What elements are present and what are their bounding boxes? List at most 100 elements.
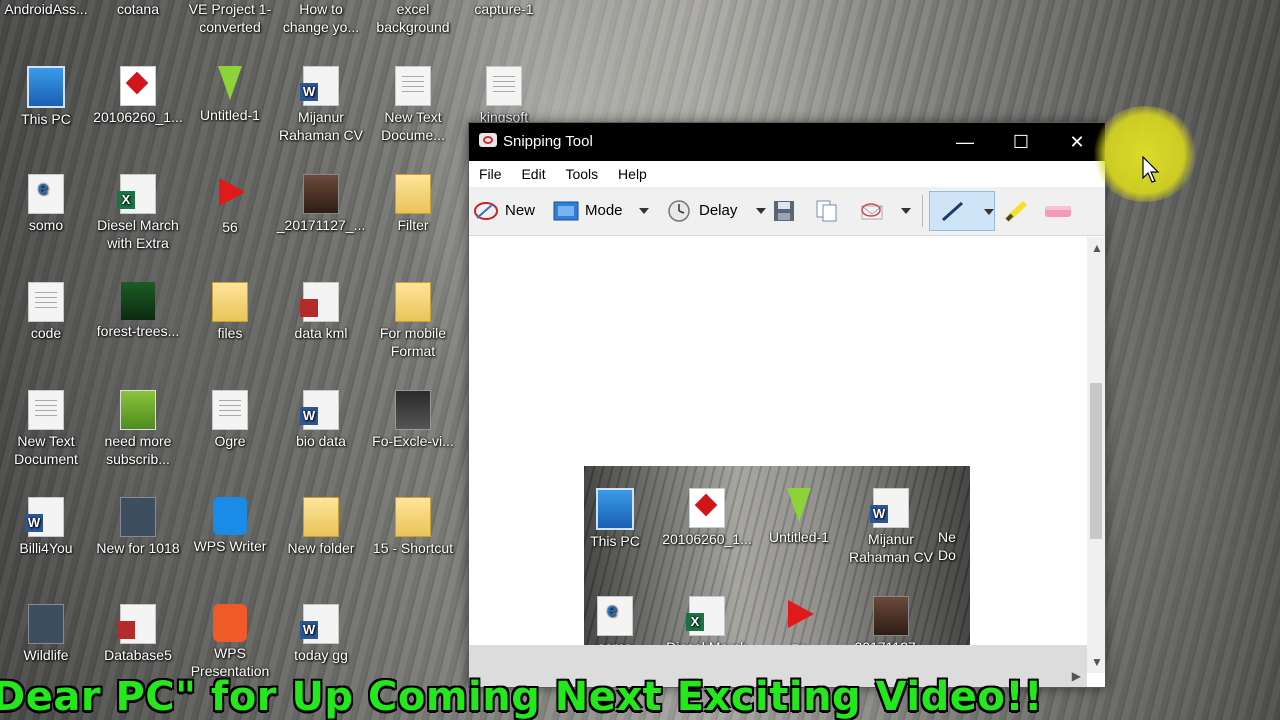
desktop-icon-need-more-subscrib[interactable]: need more subscrib... <box>92 390 184 468</box>
folder-shortcut-icon <box>395 497 431 537</box>
desktop-icon-this-pc[interactable]: This PC <box>0 66 92 128</box>
icon-label: For mobile Format <box>379 325 447 359</box>
desktop-icon-20106260[interactable]: 20106260_1... <box>92 66 184 126</box>
folder-icon <box>303 497 339 537</box>
desktop-icon-kingsoft[interactable]: kingsoft <box>458 66 550 126</box>
pen-button[interactable] <box>929 191 995 231</box>
window-title: Snipping Tool <box>503 133 593 150</box>
desktop-icon-56[interactable]: 56 <box>184 174 276 236</box>
desktop-icon-androidass[interactable]: AndroidAss... <box>0 0 92 18</box>
menu-file[interactable]: File <box>471 161 510 182</box>
desktop-icon-new-text-document[interactable]: New Text Document <box>0 390 92 468</box>
desktop-icon-mijanur-cv[interactable]: Mijanur Rahaman CV <box>275 66 367 144</box>
menu-tools[interactable]: Tools <box>557 161 606 182</box>
toolbar-divider <box>922 195 923 227</box>
icon-label: Billi4You <box>19 540 73 556</box>
text-file-icon <box>28 282 64 322</box>
image-file-icon <box>689 488 725 528</box>
title-bar[interactable]: Snipping Tool — ☐ ✕ <box>469 123 1105 161</box>
menu-help[interactable]: Help <box>610 161 655 182</box>
shortcut-icon <box>120 497 156 537</box>
icon-label: code <box>30 325 62 341</box>
desktop-icon-today-gg[interactable]: today gg <box>275 604 367 664</box>
desktop-icon-bio-data[interactable]: bio data <box>275 390 367 450</box>
desktop-icon-database5[interactable]: Database5 <box>92 604 184 664</box>
scroll-down-icon[interactable]: ▼ <box>1091 655 1103 669</box>
folder-icon <box>212 282 248 322</box>
desktop-icon-20171127[interactable]: _20171127_... <box>275 174 367 234</box>
desktop-icon-new-for-1018[interactable]: New for 1018 <box>92 497 184 557</box>
menu-bar: File Edit Tools Help <box>469 161 1105 187</box>
pen-dropdown-icon[interactable] <box>984 209 994 215</box>
desktop-icon-files[interactable]: files <box>184 282 276 342</box>
desktop-icon-new-folder[interactable]: New folder <box>275 497 367 557</box>
icon-label: New folder <box>287 540 355 556</box>
folder-icon <box>395 174 431 214</box>
highlighter-icon <box>1003 200 1029 223</box>
icon-label: Ne Do <box>938 529 956 563</box>
scroll-up-icon[interactable]: ▲ <box>1091 241 1103 255</box>
snip-icon-partial: Ne Do <box>938 488 970 564</box>
rectangle-mode-icon <box>553 200 579 222</box>
desktop-icon-untitled-1[interactable]: Untitled-1 <box>184 66 276 124</box>
send-dropdown-icon[interactable] <box>901 208 912 215</box>
vertical-scrollbar[interactable]: ▲ ▼ <box>1087 237 1105 673</box>
scroll-right-icon[interactable]: ▶ <box>1072 669 1081 683</box>
eraser-button[interactable] <box>1043 195 1075 227</box>
desktop-icon-filter[interactable]: Filter <box>367 174 459 234</box>
desktop-icon-ve-project[interactable]: VE Project 1-converted <box>184 0 276 36</box>
icon-label: bio data <box>296 433 346 449</box>
desktop-icon-wps-presentation[interactable]: WPS Presentation <box>184 604 276 680</box>
delay-dropdown-icon[interactable] <box>755 208 766 215</box>
desktop-icon-somo[interactable]: somo <box>0 174 92 234</box>
desktop-icon-cotana[interactable]: cotana <box>92 0 184 18</box>
icon-label: 20106260_1... <box>93 109 183 125</box>
icon-label: This PC <box>590 533 640 549</box>
save-button[interactable] <box>773 195 805 227</box>
desktop-icon-fo-excle[interactable]: Fo-Excle-vi... <box>367 390 459 450</box>
icon-label: How to change yo... <box>282 1 360 35</box>
menu-edit[interactable]: Edit <box>513 161 553 182</box>
desktop-icon-excel-background[interactable]: excel background <box>367 0 459 36</box>
media-play-icon <box>213 178 247 216</box>
clock-icon <box>667 200 693 222</box>
new-button[interactable]: New <box>473 195 535 227</box>
snip-icon-untitled-1: Untitled-1 <box>754 488 844 546</box>
desktop-icon-how-to[interactable]: How to change yo... <box>275 0 367 36</box>
desktop-icon-code[interactable]: code <box>0 282 92 342</box>
desktop-icon-for-mobile-format[interactable]: For mobile Format <box>367 282 459 360</box>
send-snip-button[interactable] <box>859 195 912 227</box>
desktop-icon-billi4you[interactable]: Billi4You <box>0 497 92 557</box>
mode-dropdown-icon[interactable] <box>638 208 649 215</box>
excel-icon <box>117 174 156 214</box>
mode-label: Mode <box>585 202 623 219</box>
scroll-thumb[interactable] <box>1090 383 1102 539</box>
image-file-icon <box>120 390 156 430</box>
icon-label: Diesel March with Extra <box>97 217 179 251</box>
icon-label: VE Project 1-converted <box>188 1 272 35</box>
image-file-icon <box>121 282 155 320</box>
desktop-icon-data-kml[interactable]: data kml <box>275 282 367 342</box>
desktop-icon-capture-1[interactable]: capture-1 <box>458 0 550 18</box>
desktop-icon-15-shortcut[interactable]: 15 - Shortcut <box>367 497 459 557</box>
desktop-icon-forest-trees[interactable]: forest-trees... <box>92 282 184 340</box>
snipping-tool-window[interactable]: Snipping Tool — ☐ ✕ File Edit Tools Help… <box>468 122 1106 688</box>
icon-label: Mijanur Rahaman CV <box>848 531 934 565</box>
copy-button[interactable] <box>815 195 847 227</box>
desktop-icon-wildlife[interactable]: Wildlife <box>0 604 92 664</box>
minimize-button[interactable]: — <box>937 123 993 161</box>
maximize-button[interactable]: ☐ <box>993 123 1049 161</box>
desktop-icon-wps-writer[interactable]: WPS Writer <box>184 497 276 555</box>
desktop-icon-new-text-docume[interactable]: New Text Docume... <box>367 66 459 144</box>
snip-icon-mijanur-cv: Mijanur Rahaman CV <box>846 488 936 566</box>
icon-label: Ogre <box>214 433 246 449</box>
snip-canvas[interactable]: This PC 20106260_1... Untitled-1 Mijanur… <box>469 237 1087 686</box>
desktop-icon-ogre[interactable]: Ogre <box>184 390 276 450</box>
mode-button[interactable]: Mode <box>553 195 649 227</box>
desktop-icon-diesel-march[interactable]: Diesel March with Extra <box>92 174 184 252</box>
highlighter-button[interactable] <box>1003 195 1035 227</box>
delay-button[interactable]: Delay <box>667 195 766 227</box>
pdf-icon <box>28 174 64 214</box>
icon-label: excel background <box>376 1 450 35</box>
media-play-icon <box>782 600 816 638</box>
